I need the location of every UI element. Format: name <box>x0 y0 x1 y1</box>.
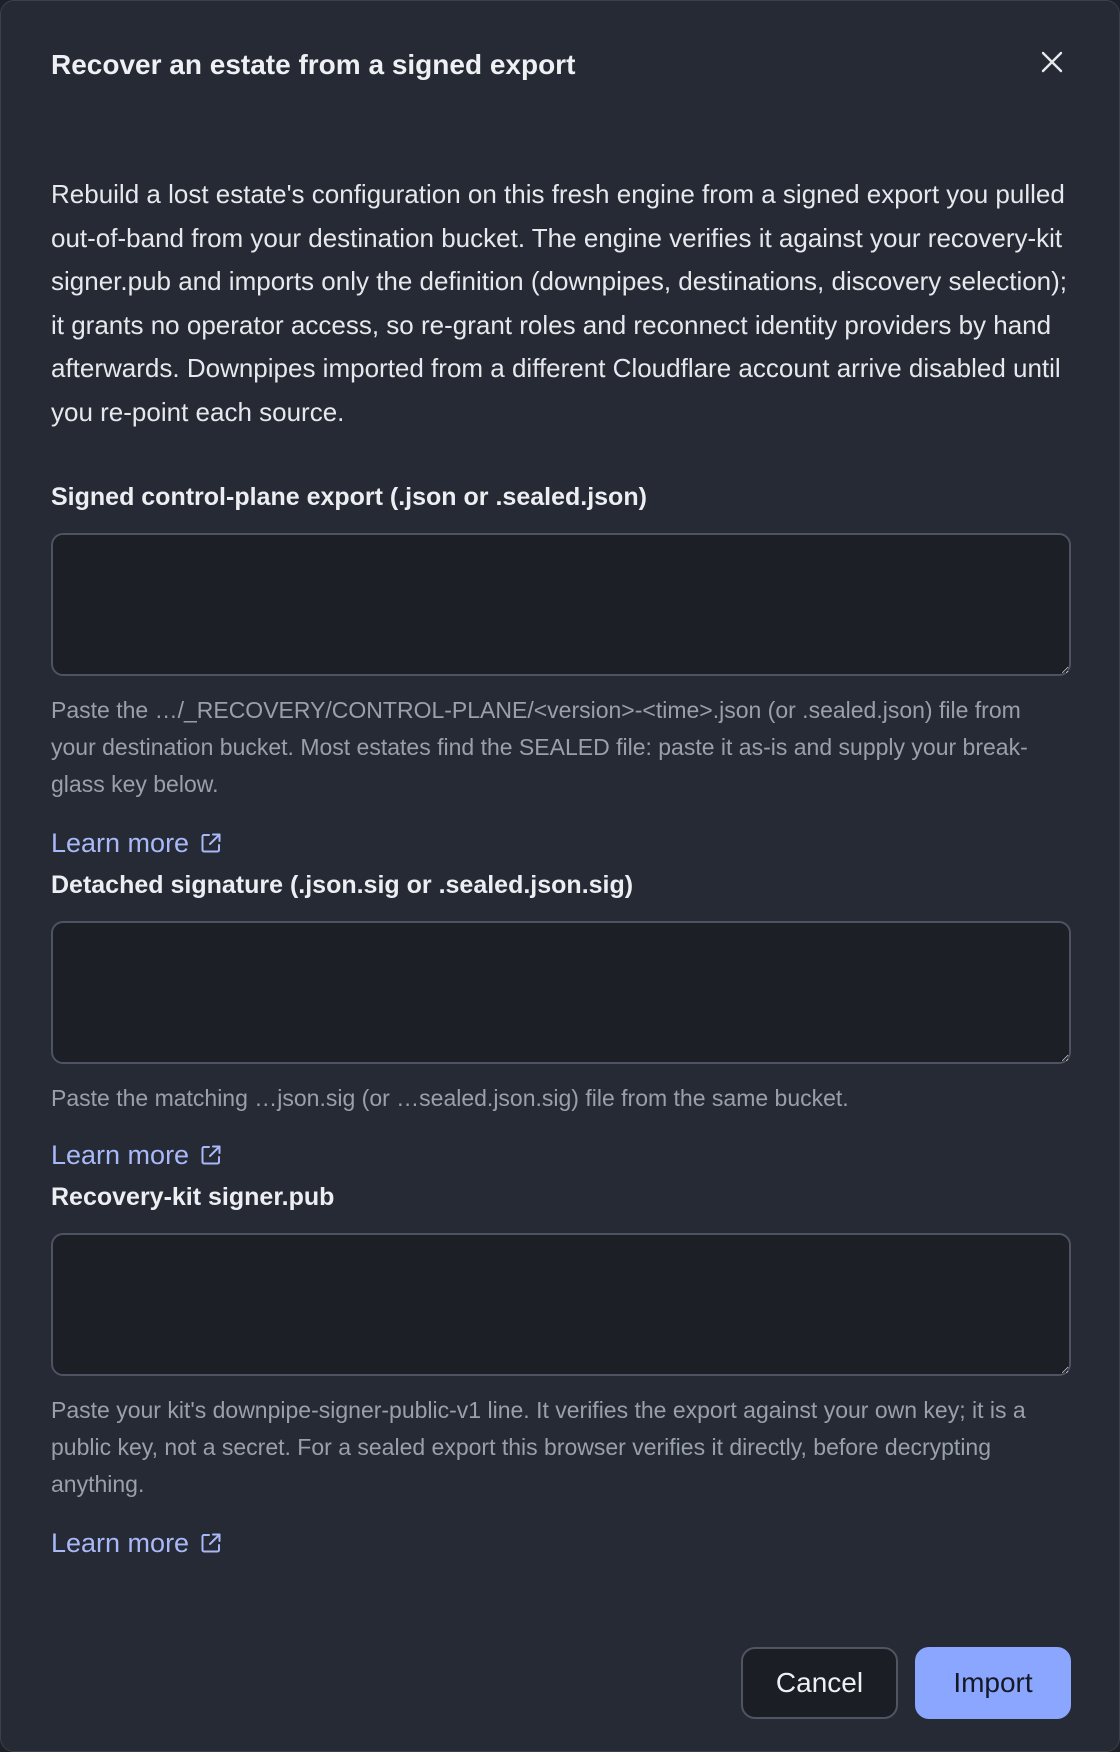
signer-pub-learn-more-link[interactable]: Learn more <box>51 1526 223 1560</box>
dialog-title: Recover an estate from a signed export <box>51 49 576 80</box>
signer-pub-field-label: Recovery-kit signer.pub <box>51 1183 335 1211</box>
signer-pub-field-help: Paste your kit's downpipe-signer-public-… <box>51 1397 1026 1497</box>
signature-learn-more-link[interactable]: Learn more <box>51 1138 223 1172</box>
signature-field-help: Paste the matching …json.sig (or …sealed… <box>51 1085 849 1111</box>
import-button[interactable]: Import <box>915 1647 1071 1719</box>
recover-estate-dialog: Recover an estate from a signed export R… <box>0 0 1120 1752</box>
signature-field-label: Detached signature (.json.sig or .sealed… <box>51 871 634 899</box>
close-icon <box>1041 51 1063 73</box>
export-learn-more-link[interactable]: Learn more <box>51 826 223 860</box>
signature-field-wrapper <box>51 921 1071 1064</box>
export-field-help: Paste the …/_RECOVERY/CONTROL-PLANE/<ver… <box>51 697 1028 797</box>
external-link-icon <box>199 831 223 855</box>
cancel-button[interactable]: Cancel <box>741 1647 898 1719</box>
external-link-icon <box>199 1531 223 1555</box>
export-field-label: Signed control-plane export (.json or .s… <box>51 483 647 511</box>
learn-more-label: Learn more <box>51 1140 190 1170</box>
export-textarea[interactable] <box>51 533 1071 676</box>
external-link-icon <box>199 1143 223 1167</box>
learn-more-label: Learn more <box>51 1528 190 1558</box>
signer-pub-field-wrapper <box>51 1233 1071 1376</box>
export-field-wrapper <box>51 533 1071 676</box>
close-button[interactable] <box>1033 43 1071 81</box>
learn-more-label: Learn more <box>51 828 190 858</box>
signer-pub-textarea[interactable] <box>51 1233 1071 1376</box>
dialog-intro: Rebuild a lost estate's configuration on… <box>51 179 1068 427</box>
signature-textarea[interactable] <box>51 921 1071 1064</box>
